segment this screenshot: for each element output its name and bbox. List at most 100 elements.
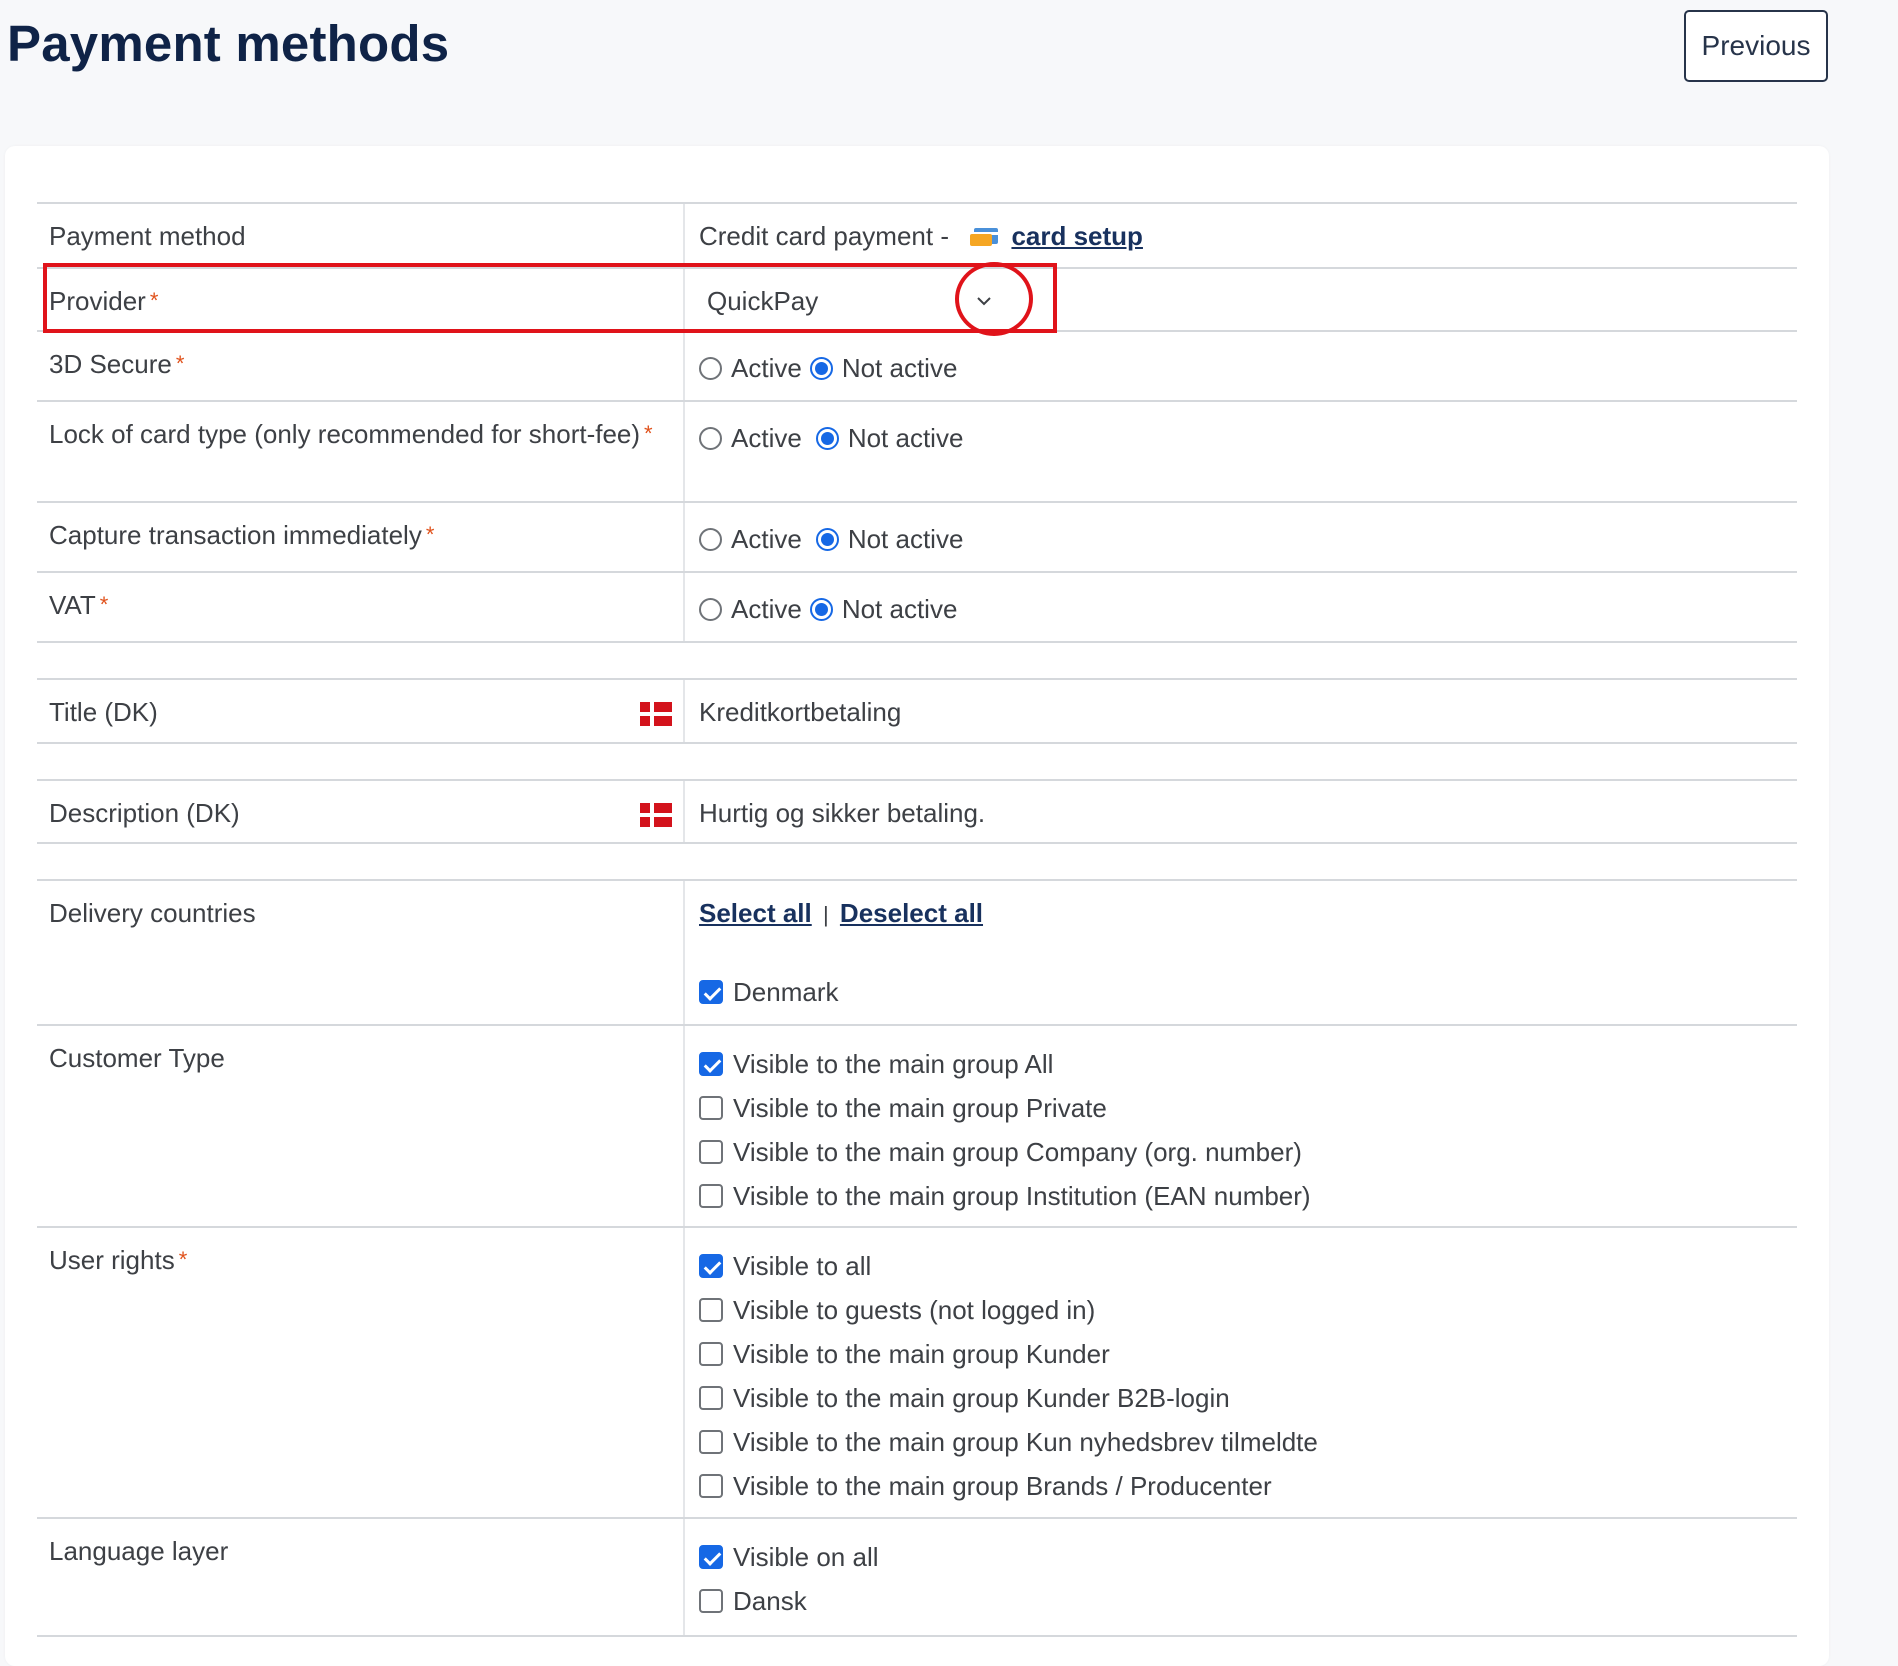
row-provider: Provider * QuickPay: [37, 267, 1797, 330]
list-item[interactable]: Visible to the main group Kunder B2B-log…: [699, 1376, 1783, 1420]
checkbox-label: Dansk: [733, 1586, 807, 1616]
customer-type-label: Customer Type: [37, 1026, 685, 1226]
deselect-all-link[interactable]: Deselect all: [840, 898, 983, 928]
section-divider: [37, 641, 1797, 678]
row-3d-secure: 3D Secure * Active Not active: [37, 330, 1797, 400]
row-lock-card-type: Lock of card type (only recommended for …: [37, 400, 1797, 501]
list-item[interactable]: Visible to the main group Company (org. …: [699, 1130, 1783, 1174]
radio-label: Not active: [841, 594, 958, 624]
required-marker: *: [425, 522, 435, 547]
lock-card-type-not-active-radio[interactable]: [815, 426, 839, 450]
list-item[interactable]: Visible on all: [699, 1535, 1783, 1579]
danish-flag-icon: [640, 803, 672, 827]
vat-radio-group: Active Not active: [699, 590, 1783, 628]
row-customer-type: Customer Type Visible to the main group …: [37, 1024, 1797, 1226]
list-item[interactable]: Denmark: [699, 970, 1783, 1014]
language-layer-label: Language layer: [37, 1519, 685, 1635]
radio-label: Active: [731, 524, 802, 554]
row-description-dk: Description (DK) Hurtig og sikker betali…: [37, 779, 1797, 842]
page-title: Payment methods: [7, 15, 450, 72]
chevron-down-icon[interactable]: [973, 290, 995, 312]
credit-card-icon: [970, 228, 999, 246]
provider-select[interactable]: QuickPay: [699, 282, 1045, 320]
list-item[interactable]: Dansk: [699, 1579, 1783, 1623]
visible-to-all-checkbox[interactable]: [699, 1254, 723, 1278]
provider-selected-value: QuickPay: [707, 286, 819, 316]
list-item[interactable]: Visible to the main group Private: [699, 1086, 1783, 1130]
required-marker: *: [99, 592, 109, 617]
group-nyhedsbrev-checkbox[interactable]: [699, 1430, 723, 1454]
capture-transaction-active-radio[interactable]: [699, 527, 722, 551]
lock-card-type-radio-group: Active Not active: [699, 419, 1783, 457]
payment-method-value: Credit card payment -: [699, 221, 949, 251]
checkbox-label: Visible to guests (not logged in): [733, 1295, 1096, 1325]
row-language-layer: Language layer Visible on all Dansk: [37, 1517, 1797, 1637]
row-title-dk: Title (DK) Kreditkortbetaling: [37, 678, 1797, 742]
required-marker: *: [644, 421, 653, 446]
list-item[interactable]: Visible to all: [699, 1244, 1783, 1288]
visible-on-all-checkbox[interactable]: [699, 1545, 723, 1569]
settings-table: Payment method Credit card payment - car…: [37, 202, 1797, 1637]
checkbox-label: Visible to the main group Kunder B2B-log…: [733, 1383, 1230, 1413]
danish-flag-icon: [640, 702, 672, 726]
description-dk-label: Description (DK): [49, 798, 240, 828]
group-kunder-checkbox[interactable]: [699, 1342, 723, 1366]
radio-label: Not active: [841, 353, 958, 383]
group-brands-checkbox[interactable]: [699, 1474, 723, 1498]
checkbox-label: Visible to all: [733, 1251, 872, 1281]
capture-transaction-radio-group: Active Not active: [699, 520, 1783, 558]
radio-label: Active: [731, 423, 802, 453]
customer-type-institution-checkbox[interactable]: [699, 1184, 723, 1208]
vat-not-active-radio[interactable]: [809, 597, 833, 621]
list-item[interactable]: Visible to the main group Institution (E…: [699, 1174, 1783, 1218]
checkbox-label: Visible to the main group Institution (E…: [733, 1181, 1311, 1211]
lock-card-type-active-radio[interactable]: [699, 426, 722, 450]
row-user-rights: User rights * Visible to all Visible to g…: [37, 1226, 1797, 1517]
card-setup-link[interactable]: card setup: [1011, 221, 1143, 251]
list-item[interactable]: Visible to the main group Brands / Produ…: [699, 1464, 1783, 1508]
customer-type-all-checkbox[interactable]: [699, 1052, 723, 1076]
dansk-checkbox[interactable]: [699, 1589, 723, 1613]
previous-button[interactable]: Previous: [1684, 10, 1828, 82]
select-all-link[interactable]: Select all: [699, 898, 812, 928]
section-divider: [37, 742, 1797, 779]
customer-type-company-checkbox[interactable]: [699, 1140, 723, 1164]
required-marker: *: [178, 1247, 188, 1272]
list-item[interactable]: Visible to the main group Kun nyhedsbrev…: [699, 1420, 1783, 1464]
checkbox-label: Visible to the main group Private: [733, 1093, 1107, 1123]
radio-label: Active: [731, 353, 802, 383]
visible-to-guests-checkbox[interactable]: [699, 1298, 723, 1322]
description-dk-value[interactable]: Hurtig og sikker betaling.: [685, 781, 1797, 842]
provider-label: Provider: [49, 286, 146, 316]
checkbox-label: Visible to the main group Company (org. …: [733, 1137, 1302, 1167]
link-separator: |: [822, 902, 829, 927]
delivery-countries-label: Delivery countries: [37, 881, 685, 1024]
customer-type-private-checkbox[interactable]: [699, 1096, 723, 1120]
vat-active-radio[interactable]: [699, 597, 722, 621]
list-item[interactable]: Visible to the main group Kunder: [699, 1332, 1783, 1376]
checkbox-label: Visible to the main group All: [733, 1049, 1054, 1079]
user-rights-label: User rights: [49, 1245, 175, 1275]
checkbox-label: Visible on all: [733, 1542, 879, 1572]
list-item[interactable]: Visible to guests (not logged in): [699, 1288, 1783, 1332]
capture-transaction-not-active-radio[interactable]: [815, 527, 839, 551]
list-item[interactable]: Visible to the main group All: [699, 1042, 1783, 1086]
checkbox-label: Visible to the main group Brands / Produ…: [733, 1471, 1272, 1501]
row-vat: VAT * Active Not active: [37, 571, 1797, 641]
required-marker: *: [175, 351, 185, 376]
3d-secure-not-active-radio[interactable]: [809, 356, 833, 380]
row-delivery-countries: Delivery countries Select all | Deselect…: [37, 879, 1797, 1024]
checkbox-label: Denmark: [733, 977, 839, 1007]
title-dk-value[interactable]: Kreditkortbetaling: [685, 680, 1797, 742]
radio-label: Active: [731, 594, 802, 624]
denmark-checkbox[interactable]: [699, 980, 723, 1004]
row-capture-transaction: Capture transaction immediately * Active …: [37, 501, 1797, 571]
section-divider: [37, 842, 1797, 879]
3d-secure-radio-group: Active Not active: [699, 349, 1783, 387]
3d-secure-active-radio[interactable]: [699, 356, 722, 380]
capture-transaction-label: Capture transaction immediately: [49, 520, 422, 550]
3d-secure-label: 3D Secure: [49, 349, 172, 379]
group-kunder-b2b-checkbox[interactable]: [699, 1386, 723, 1410]
row-payment-method: Payment method Credit card payment - car…: [37, 202, 1797, 267]
title-dk-label: Title (DK): [49, 697, 158, 727]
